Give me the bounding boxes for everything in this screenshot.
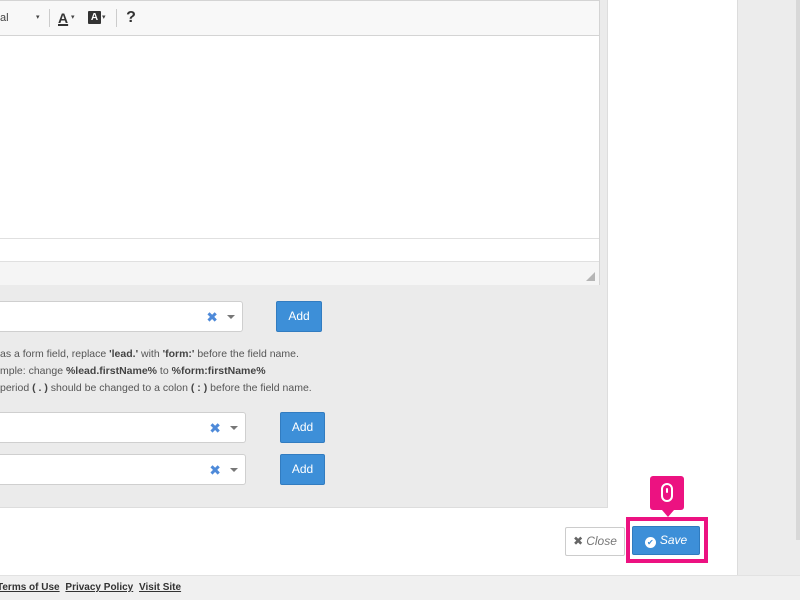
page-scrollbar[interactable] — [796, 0, 800, 540]
clear-icon[interactable]: ✖ — [209, 462, 221, 478]
clear-icon[interactable]: ✖ — [206, 309, 218, 325]
background-color-button[interactable]: A ▾ — [88, 8, 110, 28]
toolbar-divider — [116, 9, 117, 27]
form-panel: al ▾ A ▾ A ▾ ? ✖ Add as a form field, re… — [0, 0, 608, 508]
text-color-icon: A — [58, 10, 69, 26]
help-line-1: as a form field, replace 'lead.' with 'f… — [0, 348, 299, 360]
footer-link-privacy[interactable]: Privacy Policy — [65, 582, 133, 593]
token-select-1[interactable]: ✖ — [0, 301, 243, 332]
save-button[interactable]: ✔ Save — [632, 526, 700, 555]
footer-link-visit-site[interactable]: Visit Site — [139, 582, 181, 593]
footer-link-terms[interactable]: Terms of Use — [0, 582, 60, 593]
help-line-3: period ( . ) should be changed to a colo… — [0, 382, 312, 394]
close-icon: ✖ — [573, 534, 584, 548]
help-line-2: mple: change %lead.firstName% to %form:f… — [0, 365, 266, 377]
editor-toolbar: al ▾ A ▾ A ▾ ? — [0, 1, 599, 36]
editor-element-path — [0, 238, 599, 261]
dropdown-arrow-icon[interactable] — [227, 315, 235, 319]
dropdown-arrow-icon[interactable] — [230, 426, 238, 430]
chevron-down-icon: ▾ — [71, 14, 75, 21]
font-family-dropdown[interactable]: al ▾ — [0, 8, 44, 28]
html-editor: al ▾ A ▾ A ▾ ? — [0, 0, 600, 285]
editor-content-area[interactable] — [0, 37, 599, 238]
add-button-3[interactable]: Add — [280, 454, 325, 485]
text-color-button[interactable]: A ▾ — [58, 8, 80, 28]
check-circle-icon: ✔ — [644, 537, 656, 548]
dropdown-arrow-icon[interactable] — [230, 468, 238, 472]
token-select-3[interactable]: ✖ — [0, 454, 246, 485]
editor-statusbar — [0, 261, 599, 285]
help-icon[interactable]: ? — [124, 8, 138, 28]
save-label: Save — [659, 533, 688, 547]
chevron-down-icon: ▾ — [36, 14, 40, 21]
background-color-icon: A — [88, 11, 101, 24]
add-button-1[interactable]: Add — [276, 301, 322, 332]
help-text: as a form field, replace 'lead.' with 'f… — [0, 346, 600, 397]
add-button-2[interactable]: Add — [280, 412, 325, 443]
right-gutter — [737, 0, 800, 575]
mouse-icon — [661, 483, 673, 502]
click-marker — [650, 476, 684, 517]
toolbar-divider — [49, 9, 50, 27]
chevron-down-icon: ▾ — [102, 14, 106, 21]
token-select-2[interactable]: ✖ — [0, 412, 246, 443]
close-label: Close — [586, 534, 617, 548]
font-family-value: al — [0, 12, 9, 24]
clear-icon[interactable]: ✖ — [209, 420, 221, 436]
page-footer: Terms of Use Privacy Policy Visit Site — [0, 575, 800, 600]
resize-handle-icon[interactable] — [586, 272, 595, 281]
close-button[interactable]: ✖ Close — [565, 527, 625, 556]
